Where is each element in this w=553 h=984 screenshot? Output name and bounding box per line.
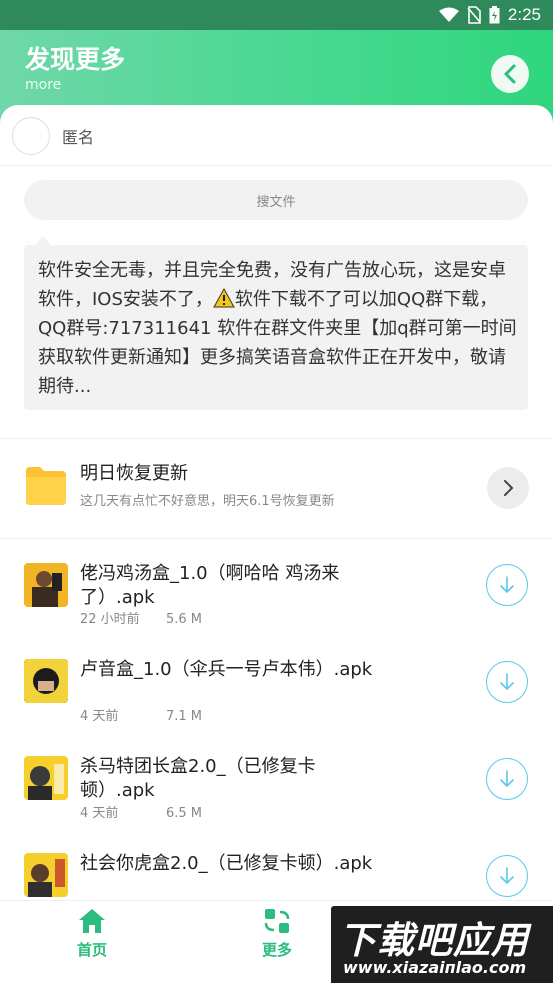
page-subtitle: more (25, 77, 62, 93)
clock: 2:25 (507, 5, 541, 24)
folder-icon (26, 467, 66, 505)
file-meta: 4 天前 7.1 M (80, 705, 202, 724)
file-thumbnail (24, 659, 68, 703)
file-thumbnail (24, 563, 68, 607)
open-folder-button[interactable] (487, 467, 529, 509)
download-button[interactable] (486, 758, 528, 800)
back-button[interactable] (491, 55, 529, 93)
file-meta: 22 小时前 5.6 M (80, 608, 202, 627)
watermark-url: www.xiazaiпlao.com (343, 958, 527, 977)
status-bar: 2:25 (0, 0, 553, 30)
divider (0, 438, 553, 439)
battery-icon (489, 6, 500, 24)
no-sim-icon (467, 6, 481, 24)
search-placeholder: 搜文件 (256, 194, 296, 210)
file-time: 22 小时前 (80, 612, 140, 627)
watermark-title: 下载吧应用 (339, 919, 529, 962)
watermark-logo: 下载吧应用 www.xiazaiпlao.com (331, 906, 553, 983)
nav-home-label: 首页 (76, 941, 107, 959)
download-button[interactable] (486, 661, 528, 703)
list-item[interactable]: 佬冯鸡汤盒_1.0（啊哈哈 鸡汤来了）.apk 22 小时前 5.6 M (0, 555, 553, 652)
avatar[interactable] (12, 117, 50, 155)
file-size: 6.5 M (166, 806, 203, 821)
nav-home[interactable]: 首页 (52, 907, 132, 960)
warning-icon (213, 288, 235, 308)
wifi-icon (438, 7, 459, 22)
file-name: 卢音盒_1.0（伞兵一号卢本伟）.apk (80, 659, 373, 680)
chevron-right-icon (504, 480, 513, 496)
file-time: 4 天前 (80, 709, 119, 724)
download-button[interactable] (486, 564, 528, 606)
file-name: 佬冯鸡汤盒_1.0（啊哈哈 鸡汤来了）.apk (80, 563, 340, 608)
file-time: 4 天前 (80, 806, 119, 821)
folder-subtitle: 这几天有点忙不好意思，明天6.1号恢复更新 (80, 494, 335, 509)
divider (0, 538, 553, 539)
list-item[interactable]: 杀马特团长盒2.0_（已修复卡顿）.apk 4 天前 6.5 M (0, 749, 553, 846)
list-item[interactable]: 卢音盒_1.0（伞兵一号卢本伟）.apk 4 天前 7.1 M (0, 652, 553, 749)
chevron-left-icon (504, 64, 516, 84)
switch-icon (264, 909, 290, 933)
file-name: 社会你虎盒2.0_（已修复卡顿）.apk (80, 853, 373, 874)
download-icon (500, 673, 514, 690)
user-name: 匿名 (62, 128, 95, 147)
file-meta: 4 天前 6.5 M (80, 802, 202, 821)
nav-more-label: 更多 (261, 941, 292, 959)
file-size: 5.6 M (166, 612, 203, 627)
file-thumbnail (24, 756, 68, 800)
page-title: 发现更多 (25, 45, 126, 74)
nav-more[interactable]: 更多 (237, 907, 317, 960)
file-thumbnail (24, 853, 68, 897)
folder-title: 明日恢复更新 (80, 463, 188, 484)
file-name: 杀马特团长盒2.0_（已修复卡顿）.apk (80, 756, 316, 801)
search-input[interactable]: 搜文件 (24, 180, 528, 220)
download-icon (500, 576, 514, 593)
download-icon (500, 770, 514, 787)
download-icon (500, 867, 514, 884)
file-size: 7.1 M (166, 709, 203, 724)
download-button[interactable] (486, 855, 528, 897)
home-icon (79, 909, 105, 933)
notice-text: 软件安全无毒，并且完全免费，没有广告放心玩，这是安卓软件，IOS安装不了， 软件下… (38, 256, 518, 401)
